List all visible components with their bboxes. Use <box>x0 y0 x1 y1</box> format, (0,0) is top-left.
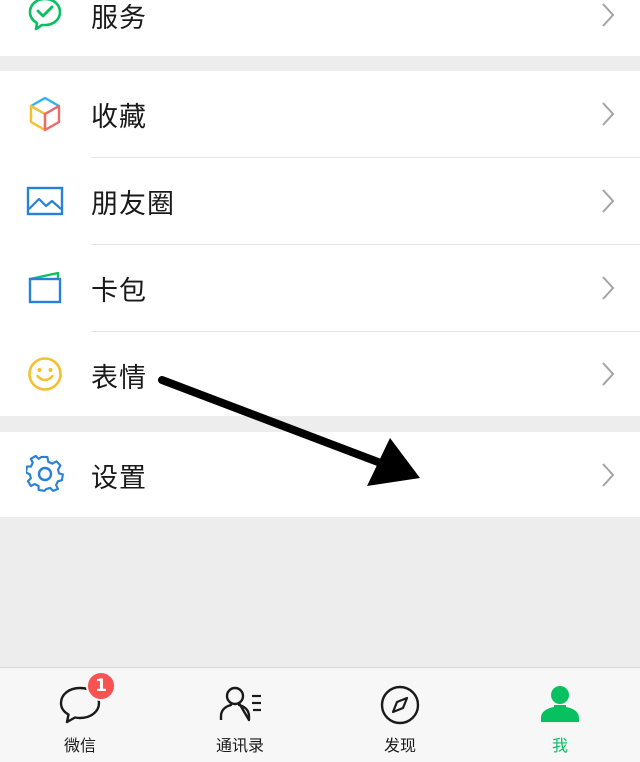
wechat-pay-icon <box>24 0 66 35</box>
chevron-right-icon <box>602 362 615 386</box>
tab-label: 发现 <box>383 736 416 755</box>
menu-item-label: 表情 <box>91 363 147 394</box>
chevron-right-icon <box>602 189 615 213</box>
tab-label: 我 <box>551 736 568 755</box>
menu-item-label: 收藏 <box>91 102 147 133</box>
me-page: 服务 收藏 朋友圈 卡包 表情 设置 微信 通讯录 发现 我 1 <box>0 0 640 762</box>
tab-chats[interactable]: 微信 <box>0 668 160 762</box>
menu-item-label: 卡包 <box>91 276 147 307</box>
menu-item-stickers[interactable]: 表情 <box>0 332 640 416</box>
tab-discover[interactable]: 发现 <box>320 668 480 762</box>
services-group: 服务 <box>0 0 640 56</box>
moments-image-icon <box>24 180 66 222</box>
unread-badge: 1 <box>86 671 116 701</box>
gear-icon <box>24 453 66 495</box>
chevron-right-icon <box>602 276 615 300</box>
chevron-right-icon <box>602 463 615 487</box>
tab-label: 通讯录 <box>215 736 264 755</box>
tab-me[interactable]: 我 <box>480 668 640 762</box>
menu-item-moments[interactable]: 朋友圈 <box>0 158 640 244</box>
features-group: 收藏 朋友圈 卡包 表情 <box>0 71 640 416</box>
smiley-icon <box>24 353 66 395</box>
menu-item-label: 设置 <box>91 463 147 494</box>
menu-item-services[interactable]: 服务 <box>0 0 640 56</box>
card-wallet-icon <box>24 267 66 309</box>
compass-icon <box>380 685 420 725</box>
menu-item-label: 朋友圈 <box>91 189 175 220</box>
menu-item-settings[interactable]: 设置 <box>0 432 640 517</box>
contacts-icon <box>219 686 261 722</box>
favorites-cube-icon <box>24 93 66 135</box>
chevron-right-icon <box>602 3 615 27</box>
menu-item-favorites[interactable]: 收藏 <box>0 71 640 157</box>
tab-label: 微信 <box>63 736 96 755</box>
menu-item-card-wallet[interactable]: 卡包 <box>0 245 640 331</box>
tab-contacts[interactable]: 通讯录 <box>160 668 320 762</box>
chevron-right-icon <box>602 102 615 126</box>
menu-item-label: 服务 <box>91 3 147 34</box>
person-icon <box>541 686 579 722</box>
settings-group: 设置 <box>0 432 640 517</box>
